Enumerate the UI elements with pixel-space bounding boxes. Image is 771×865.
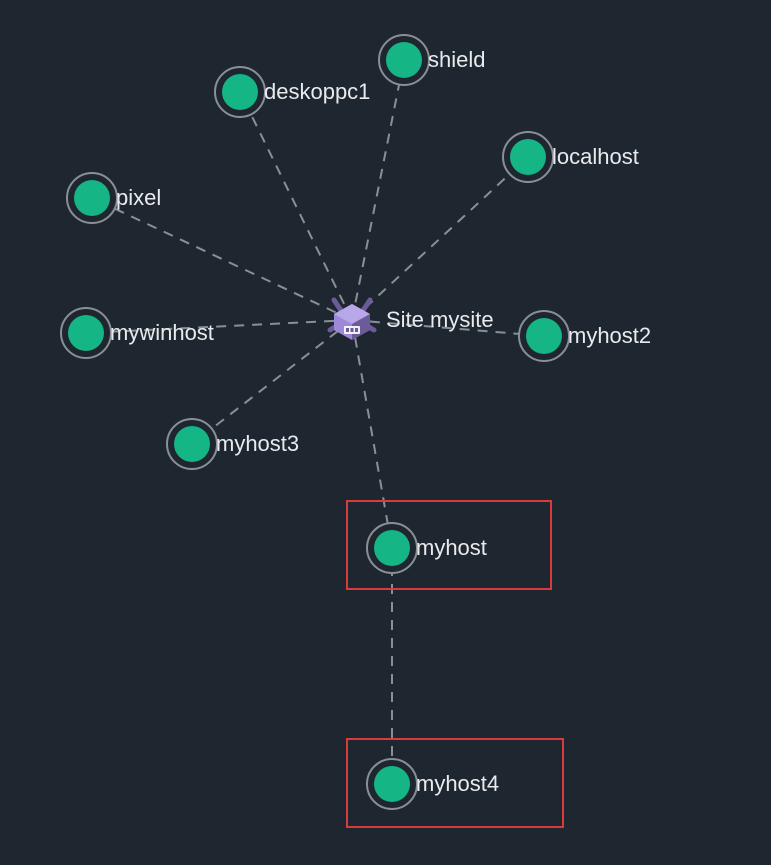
host-node-localhost[interactable]: localhost: [502, 131, 639, 183]
host-status-icon[interactable]: [60, 307, 112, 359]
host-status-icon[interactable]: [518, 310, 570, 362]
host-status-icon[interactable]: [66, 172, 118, 224]
host-status-icon[interactable]: [378, 34, 430, 86]
host-node-pixel[interactable]: pixel: [66, 172, 161, 224]
host-node-label: pixel: [116, 185, 161, 211]
host-status-icon[interactable]: [366, 758, 418, 810]
host-node-myhost[interactable]: myhost: [366, 522, 487, 574]
host-node-mywinhost[interactable]: mywinhost: [60, 307, 214, 359]
edge-center-deskoppc1: [240, 92, 352, 320]
host-status-dot: [74, 180, 110, 216]
host-status-dot: [374, 766, 410, 802]
host-node-deskoppc1[interactable]: deskoppc1: [214, 66, 370, 118]
host-status-dot: [526, 318, 562, 354]
host-node-label: myhost: [416, 535, 487, 561]
host-status-dot: [222, 74, 258, 110]
host-node-myhost2[interactable]: myhost2: [518, 310, 651, 362]
edge-layer: [0, 0, 771, 865]
host-node-shield[interactable]: shield: [378, 34, 485, 86]
host-status-icon[interactable]: [166, 418, 218, 470]
site-icon[interactable]: [322, 290, 382, 350]
host-node-label: localhost: [552, 144, 639, 170]
host-status-icon[interactable]: [502, 131, 554, 183]
site-node-label: Site mysite: [386, 307, 494, 333]
edge-center-myhost: [352, 320, 392, 548]
host-status-dot: [510, 139, 546, 175]
topology-canvas[interactable]: Site mysite shield deskoppc1 localhost pixel…: [0, 0, 771, 865]
host-node-label: myhost3: [216, 431, 299, 457]
host-node-label: deskoppc1: [264, 79, 370, 105]
host-node-label: mywinhost: [110, 320, 214, 346]
host-node-myhost4[interactable]: myhost4: [366, 758, 499, 810]
site-node[interactable]: Site mysite: [322, 290, 494, 350]
host-node-label: myhost4: [416, 771, 499, 797]
host-status-icon[interactable]: [214, 66, 266, 118]
host-status-icon[interactable]: [366, 522, 418, 574]
host-status-dot: [374, 530, 410, 566]
host-status-dot: [68, 315, 104, 351]
host-node-label: shield: [428, 47, 485, 73]
host-node-label: myhost2: [568, 323, 651, 349]
host-node-myhost3[interactable]: myhost3: [166, 418, 299, 470]
host-status-dot: [386, 42, 422, 78]
host-status-dot: [174, 426, 210, 462]
